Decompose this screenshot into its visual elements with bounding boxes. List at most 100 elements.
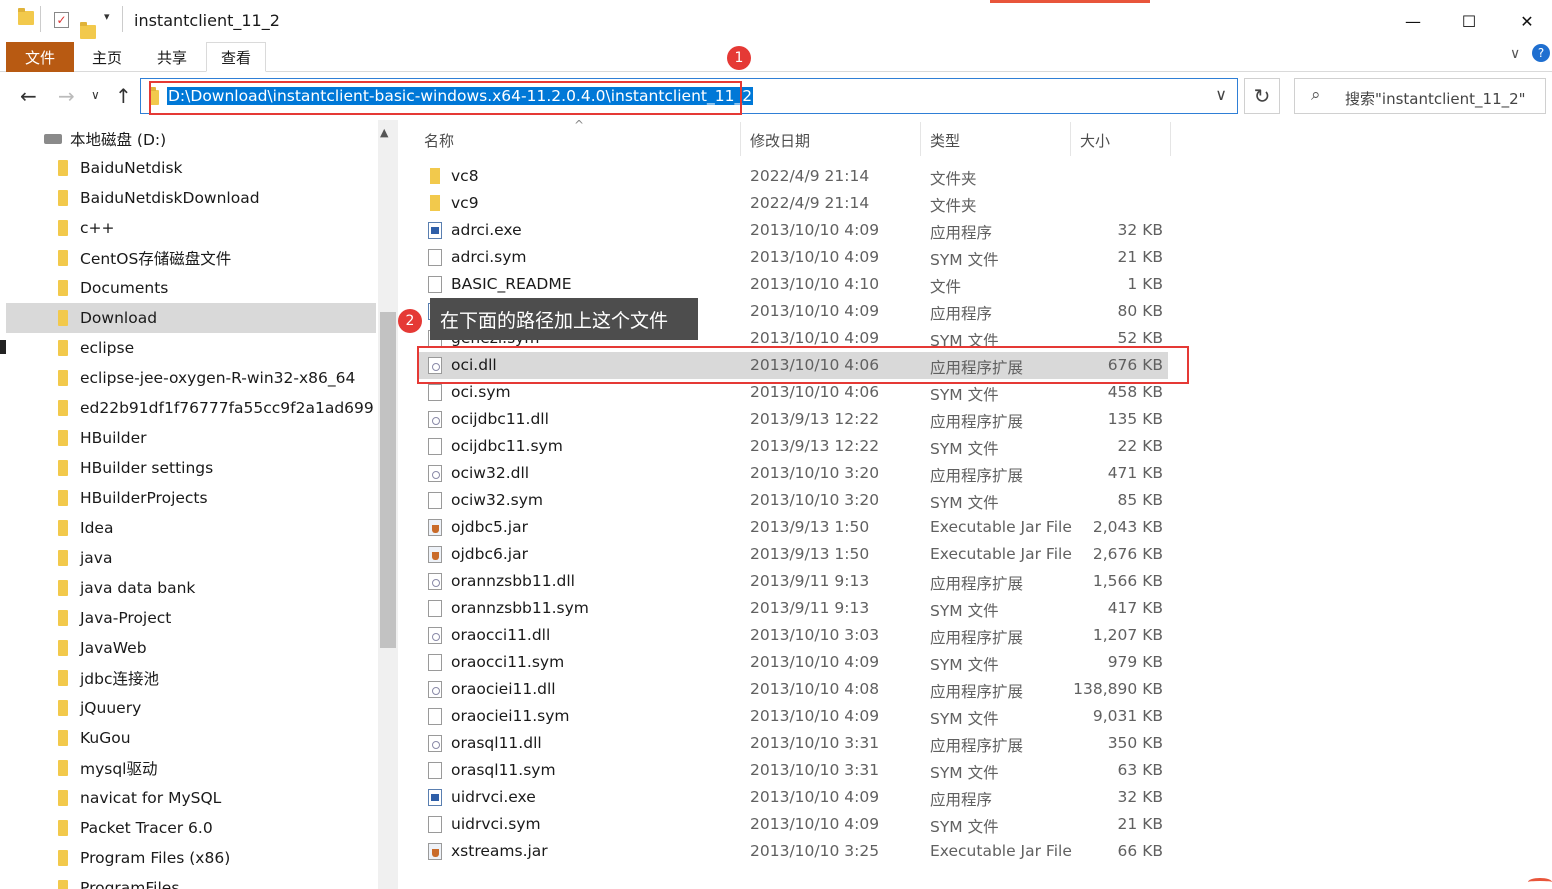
search-box[interactable]: ⌕ 搜索"instantclient_11_2": [1294, 78, 1546, 114]
file-icon: [428, 249, 442, 266]
sidebar-item-label: BaiduNetdiskDownload: [80, 189, 260, 207]
tab-share[interactable]: 共享: [143, 42, 201, 72]
chevron-down-icon[interactable]: ∨: [1215, 85, 1227, 104]
sidebar-item[interactable]: Documents: [6, 273, 376, 303]
column-divider[interactable]: [740, 122, 741, 156]
new-folder-icon[interactable]: [80, 22, 96, 39]
annotation-badge-1: 1: [727, 46, 751, 70]
file-row[interactable]: adrci.exe 2013/10/10 4:09 应用程序 32 KB: [418, 217, 1168, 244]
file-row[interactable]: BASIC_README 2013/10/10 4:10 文件 1 KB: [418, 271, 1168, 298]
file-type: 应用程序扩展: [930, 413, 1024, 431]
file-row[interactable]: oraocci11.sym 2013/10/10 4:09 SYM 文件 979 KB: [418, 649, 1168, 676]
sidebar-item-drive-d[interactable]: 本地磁盘 (D:): [44, 128, 166, 150]
file-row[interactable]: adrci.sym 2013/10/10 4:09 SYM 文件 21 KB: [418, 244, 1168, 271]
folder-icon: [58, 220, 68, 236]
file-date: 2013/10/10 3:25: [750, 842, 880, 860]
tab-file[interactable]: 文件: [6, 42, 74, 72]
file-row[interactable]: vc9 2022/4/9 21:14 文件夹: [418, 190, 1168, 217]
properties-icon[interactable]: ✓: [54, 12, 69, 28]
file-type: 应用程序: [930, 305, 993, 323]
sidebar-item[interactable]: mysql驱动: [6, 753, 376, 783]
sidebar-item-label: HBuilderProjects: [80, 489, 208, 507]
column-header-name[interactable]: 名称: [424, 130, 454, 160]
file-row[interactable]: orasql11.sym 2013/10/10 3:31 SYM 文件 63 KB: [418, 757, 1168, 784]
file-row[interactable]: ociw32.sym 2013/10/10 3:20 SYM 文件 85 KB: [418, 487, 1168, 514]
column-header-size[interactable]: 大小: [1080, 130, 1110, 160]
file-row[interactable]: uidrvci.exe 2013/10/10 4:09 应用程序 32 KB: [418, 784, 1168, 811]
refresh-button[interactable]: ↻: [1244, 78, 1280, 114]
file-row[interactable]: uidrvci.sym 2013/10/10 4:09 SYM 文件 21 KB: [418, 811, 1168, 838]
file-name: adrci.exe: [451, 221, 522, 239]
sidebar-item[interactable]: eclipse: [6, 333, 376, 363]
tab-home[interactable]: 主页: [78, 42, 136, 72]
sidebar-item[interactable]: java: [6, 543, 376, 573]
file-row[interactable]: ociw32.dll 2013/10/10 3:20 应用程序扩展 471 KB: [418, 460, 1168, 487]
file-row[interactable]: ocijdbc11.dll 2013/9/13 12:22 应用程序扩展 135 KB: [418, 406, 1168, 433]
sidebar-item[interactable]: JavaWeb: [6, 633, 376, 663]
sidebar-item[interactable]: navicat for MySQL: [6, 783, 376, 813]
maximize-button[interactable]: ☐: [1446, 6, 1492, 36]
file-type: 应用程序扩展: [930, 683, 1024, 701]
column-divider[interactable]: [920, 122, 921, 156]
sidebar-item[interactable]: Download: [6, 303, 376, 333]
file-name: ociw32.dll: [451, 464, 530, 482]
scroll-up-icon[interactable]: ▲: [380, 126, 388, 139]
file-row[interactable]: vc8 2022/4/9 21:14 文件夹: [418, 163, 1168, 190]
sidebar-item[interactable]: ed22b91df1f76777fa55cc9f2a1ad699: [6, 393, 376, 423]
sidebar-item[interactable]: Program Files (x86): [6, 843, 376, 873]
tab-view[interactable]: 查看: [206, 42, 267, 72]
sidebar-item[interactable]: Java-Project: [6, 603, 376, 633]
column-header-date[interactable]: 修改日期: [750, 130, 810, 160]
up-button[interactable]: ↑: [115, 84, 132, 108]
sidebar-item[interactable]: c++: [6, 213, 376, 243]
file-row[interactable]: oraocci11.dll 2013/10/10 3:03 应用程序扩展 1,207 …: [418, 622, 1168, 649]
file-size: 66 KB: [1117, 842, 1163, 860]
sidebar-item[interactable]: HBuilder settings: [6, 453, 376, 483]
sidebar-item[interactable]: HBuilder: [6, 423, 376, 453]
minimize-button[interactable]: —: [1390, 6, 1436, 36]
file-row[interactable]: ocijdbc11.sym 2013/9/13 12:22 SYM 文件 22 KB: [418, 433, 1168, 460]
file-name: ocijdbc11.dll: [451, 410, 549, 428]
column-header-type[interactable]: 类型: [930, 130, 960, 160]
file-row[interactable]: oraociei11.sym 2013/10/10 4:09 SYM 文件 9,031…: [418, 703, 1168, 730]
back-button[interactable]: ←: [20, 84, 37, 108]
ribbon-collapse-icon[interactable]: ∨: [1510, 46, 1520, 62]
file-date: 2013/10/10 4:09: [750, 329, 880, 347]
sidebar-item[interactable]: java data bank: [6, 573, 376, 603]
sidebar-item[interactable]: jdbc连接池: [6, 663, 376, 693]
sidebar-item-label: BaiduNetdisk: [80, 159, 183, 177]
file-row[interactable]: ojdbc5.jar 2013/9/13 1:50 Executable Jar F…: [418, 514, 1168, 541]
close-button[interactable]: ✕: [1504, 6, 1550, 36]
file-type: SYM 文件: [930, 764, 999, 782]
file-row[interactable]: orannzsbb11.dll 2013/9/11 9:13 应用程序扩展 1,566…: [418, 568, 1168, 595]
drive-icon: [44, 134, 62, 144]
forward-button[interactable]: →: [58, 84, 75, 108]
sidebar-item-label: Download: [80, 309, 158, 327]
sidebar-item-label: mysql驱动: [80, 760, 158, 778]
sidebar-item[interactable]: jQuuery: [6, 693, 376, 723]
sidebar-item[interactable]: CentOS存储磁盘文件: [6, 243, 376, 273]
file-row[interactable]: orasql11.dll 2013/10/10 3:31 应用程序扩展 350 KB: [418, 730, 1168, 757]
customize-quick-access-icon[interactable]: ▾: [104, 10, 110, 23]
file-icon: [428, 276, 442, 293]
sidebar-item[interactable]: KuGou: [6, 723, 376, 753]
sidebar-item[interactable]: eclipse-jee-oxygen-R-win32-x86_64: [6, 363, 376, 393]
sidebar-item[interactable]: BaiduNetdisk: [6, 153, 376, 183]
file-row[interactable]: ojdbc6.jar 2013/9/13 1:50 Executable Jar F…: [418, 541, 1168, 568]
file-row[interactable]: oraociei11.dll 2013/10/10 4:08 应用程序扩展 138,8…: [418, 676, 1168, 703]
folder-icon: [58, 490, 68, 506]
column-divider[interactable]: [1170, 122, 1171, 156]
sidebar-item[interactable]: HBuilderProjects: [6, 483, 376, 513]
sidebar-item[interactable]: ProgramFiles: [6, 873, 376, 889]
sidebar-item[interactable]: Packet Tracer 6.0: [6, 813, 376, 843]
sidebar-item[interactable]: BaiduNetdiskDownload: [6, 183, 376, 213]
file-row[interactable]: xstreams.jar 2013/10/10 3:25 Executable Ja…: [418, 838, 1168, 865]
file-row[interactable]: orannzsbb11.sym 2013/9/11 9:13 SYM 文件 417 K…: [418, 595, 1168, 622]
search-input[interactable]: 搜索"instantclient_11_2": [1345, 88, 1526, 109]
help-icon[interactable]: ?: [1532, 44, 1550, 62]
sidebar-item[interactable]: Idea: [6, 513, 376, 543]
exe-icon: [428, 789, 442, 806]
sidebar-scrollbar-thumb[interactable]: [380, 312, 396, 648]
column-divider[interactable]: [1070, 122, 1071, 156]
recent-locations-button[interactable]: ∨: [91, 88, 100, 102]
